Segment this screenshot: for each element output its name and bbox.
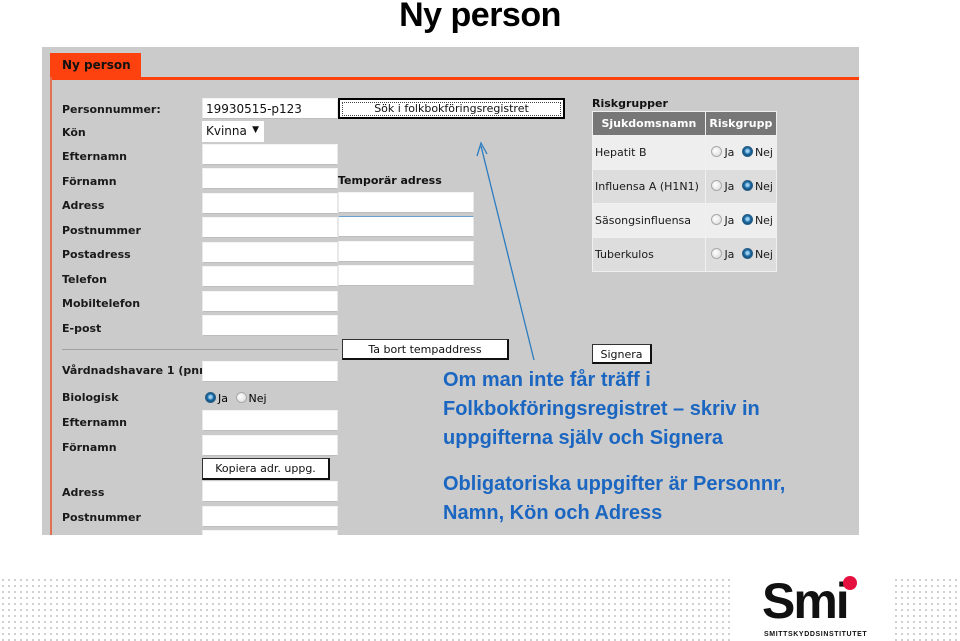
guardian-fornamn-label: Förnamn xyxy=(62,441,117,454)
risk-table: Sjukdomsnamn Riskgrupp Hepatit B Ja Nej … xyxy=(592,111,778,272)
biologisk-label: Biologisk xyxy=(62,391,119,404)
note-line-3: uppgifterna själv och Signera xyxy=(443,427,724,449)
guardian-postadress-input[interactable] xyxy=(202,530,338,535)
postnummer-label: Postnummer xyxy=(62,224,141,237)
personnummer-input[interactable] xyxy=(202,98,338,119)
biologisk-nej-label: Nej xyxy=(248,392,267,405)
postadress-label: Postadress xyxy=(62,248,131,261)
smi-logo: Smi SMITTSKYDDSINSTITUTET xyxy=(762,574,880,641)
guardian-efternamn-label: Efternamn xyxy=(62,416,127,429)
risk-ja-radio[interactable] xyxy=(711,146,723,157)
guardian-postnummer-input[interactable] xyxy=(202,506,338,527)
telefon-label: Telefon xyxy=(62,273,107,286)
slide-title: Ny person xyxy=(399,0,561,34)
ja-label: Ja xyxy=(724,248,735,261)
guardian-adress-input[interactable] xyxy=(202,481,338,502)
fornamn-label: Förnamn xyxy=(62,175,117,188)
temp-address-input-3[interactable] xyxy=(338,241,474,262)
guardian-postnummer-label: Postnummer xyxy=(62,511,141,524)
fornamn-input[interactable] xyxy=(202,168,338,189)
guardian-fornamn-input[interactable] xyxy=(202,435,338,456)
annotation-note-2: Obligatoriska uppgifter är Personnr, Nam… xyxy=(443,470,853,528)
table-row: Tuberkulos Ja Nej xyxy=(592,237,778,272)
risk-heading: Riskgrupper xyxy=(592,97,668,110)
kon-label: Kön xyxy=(62,126,86,139)
nej-label: Nej xyxy=(754,248,773,261)
guardian-adress-label: Adress xyxy=(62,486,105,499)
tab-underline xyxy=(50,77,859,80)
search-folkbokforing-label: Sök i folkbokföringsregistret xyxy=(342,102,561,116)
biologisk-radio-group: Ja Nej xyxy=(205,392,271,405)
temp-address-input-4[interactable] xyxy=(338,265,474,286)
disease-name: Tuberkulos xyxy=(592,237,706,272)
nej-label: Nej xyxy=(754,146,773,159)
adress-input[interactable] xyxy=(202,193,338,214)
biologisk-nej-radio[interactable] xyxy=(235,392,247,403)
disease-name: Säsongsinfluensa xyxy=(592,203,706,238)
mobiltelefon-label: Mobiltelefon xyxy=(62,297,141,310)
disease-name: Influensa A (H1N1) xyxy=(592,169,706,204)
table-row: Säsongsinfluensa Ja Nej xyxy=(592,203,778,238)
disease-name: Hepatit B xyxy=(592,135,706,170)
screenshot-panel: Ny person Personnummer: Sök i folkbokför… xyxy=(42,47,859,535)
decorative-dot-pattern xyxy=(893,577,960,641)
temp-address-heading: Temporär adress xyxy=(338,174,442,187)
section-divider xyxy=(62,349,338,350)
logo-dot-icon xyxy=(843,576,857,590)
sign-button[interactable]: Signera xyxy=(592,344,652,364)
epost-input[interactable] xyxy=(202,315,338,336)
note-line-5: Namn, Kön och Adress xyxy=(443,502,663,524)
panel-border xyxy=(50,77,52,535)
telefon-input[interactable] xyxy=(202,266,338,287)
nej-label: Nej xyxy=(754,180,773,193)
remove-temp-address-button[interactable]: Ta bort tempaddress xyxy=(342,339,509,360)
kon-value: Kvinna xyxy=(206,124,247,138)
risk-nej-radio[interactable] xyxy=(741,180,753,191)
biologisk-ja-label: Ja xyxy=(218,392,228,405)
risk-nej-radio[interactable] xyxy=(741,214,753,225)
guardian-efternamn-input[interactable] xyxy=(202,410,338,431)
temp-address-input-1[interactable] xyxy=(338,192,474,213)
risk-nej-radio[interactable] xyxy=(741,146,753,157)
postnummer-input[interactable] xyxy=(202,217,338,238)
table-row: Influensa A (H1N1) Ja Nej xyxy=(592,169,778,204)
dropdown-arrow-icon: ▼ xyxy=(252,125,259,135)
note-line-4: Obligatoriska uppgifter är Personnr, xyxy=(443,473,786,495)
risk-ja-radio[interactable] xyxy=(711,248,723,259)
risk-nej-radio[interactable] xyxy=(741,248,753,259)
ja-label: Ja xyxy=(724,214,735,227)
risk-ja-radio[interactable] xyxy=(711,214,723,225)
kon-select[interactable]: Kvinna ▼ xyxy=(202,121,264,142)
note-line-2: Folkbokföringsregistret – skriv in xyxy=(443,398,760,420)
table-row: Hepatit B Ja Nej xyxy=(592,135,778,170)
logo-text: Smi xyxy=(762,573,850,629)
ja-label: Ja xyxy=(724,146,735,159)
adress-label: Adress xyxy=(62,199,105,212)
note-line-1: Om man inte får träff i xyxy=(443,369,651,391)
epost-label: E-post xyxy=(62,322,102,335)
column-header-riskgrupp: Riskgrupp xyxy=(704,111,778,136)
risk-ja-radio[interactable] xyxy=(711,180,723,191)
postadress-input[interactable] xyxy=(202,242,338,263)
annotation-note-1: Om man inte får träff i Folkbokföringsre… xyxy=(443,366,843,453)
biologisk-ja-radio[interactable] xyxy=(205,392,216,403)
nej-label: Nej xyxy=(754,214,773,227)
efternamn-label: Efternamn xyxy=(62,150,127,163)
efternamn-input[interactable] xyxy=(202,144,338,165)
decorative-dot-pattern xyxy=(0,577,730,641)
ja-label: Ja xyxy=(724,180,735,193)
temp-address-input-2[interactable] xyxy=(338,216,474,237)
personnummer-label: Personnummer: xyxy=(62,103,161,116)
logo-subtitle: SMITTSKYDDSINSTITUTET xyxy=(764,631,868,638)
copy-address-button[interactable]: Kopiera adr. uppg. xyxy=(202,458,330,480)
search-folkbokforing-button[interactable]: Sök i folkbokföringsregistret xyxy=(338,98,565,119)
guardian-pnr-label: Vårdnadshavare 1 (pnr) xyxy=(62,364,210,377)
tab-ny-person[interactable]: Ny person xyxy=(50,53,141,79)
mobiltelefon-input[interactable] xyxy=(202,291,338,312)
column-header-sjukdomsnamn: Sjukdomsnamn xyxy=(592,111,706,136)
guardian-pnr-input[interactable] xyxy=(202,361,338,382)
